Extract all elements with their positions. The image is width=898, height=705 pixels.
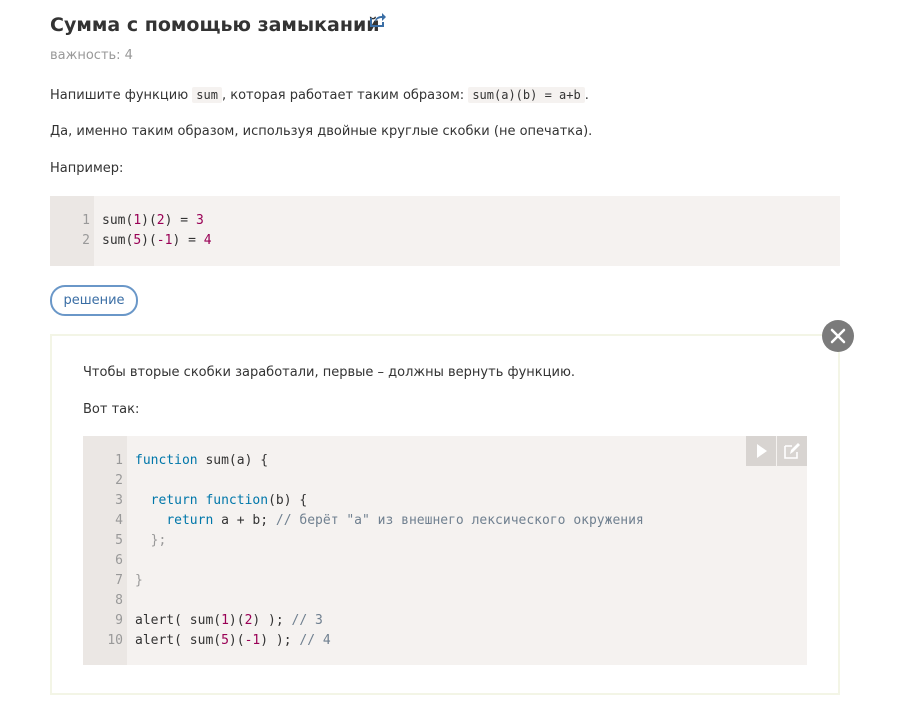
example-label: Например:	[50, 161, 124, 176]
code-number: 1	[133, 213, 142, 228]
example-code-block: 1 2 sum(1)(2) = 3 sum(5)(-1) = 4	[50, 196, 840, 266]
line-number: 9	[115, 613, 123, 628]
code-line: return a + b; // берёт "a" из внешнего л…	[135, 511, 644, 531]
code-text: sum(	[102, 233, 134, 248]
importance-label: важность: 4	[50, 48, 133, 63]
code-line: }	[135, 571, 143, 591]
code-text: (b) {	[268, 493, 308, 508]
code-number: -1	[156, 233, 173, 248]
code-number: 5	[221, 633, 229, 648]
code-text: sum(	[102, 213, 134, 228]
code-text: )(	[228, 613, 245, 628]
line-number: 10	[107, 633, 123, 648]
code-text: ) =	[172, 233, 204, 248]
description-text: Напишите функцию	[50, 88, 193, 103]
code-text: };	[135, 533, 167, 548]
solution-code-block: 1 2 3 4 5 6 7 8 9 10 function sum(a) { return fun…	[83, 436, 807, 665]
description-text: .	[584, 88, 589, 103]
share-icon[interactable]	[369, 12, 387, 28]
code-line: alert( sum(1)(2) ); // 3	[135, 611, 323, 631]
code-text: ) );	[260, 633, 300, 648]
edit-button[interactable]	[777, 436, 807, 466]
keyword: function	[135, 453, 198, 468]
line-number: 1	[115, 453, 123, 468]
keyword: function	[205, 493, 269, 508]
line-number: 3	[115, 493, 123, 508]
description-note: Да, именно таким образом, используя двой…	[50, 124, 593, 139]
line-number: 5	[115, 533, 123, 548]
line-number: 8	[115, 593, 123, 608]
code-number: 1	[221, 613, 229, 628]
line-number: 1	[82, 213, 90, 228]
code-number: -1	[244, 633, 261, 648]
line-number-gutter: 1 2	[50, 196, 94, 266]
code-text: ) =	[164, 213, 196, 228]
code-number: 5	[133, 233, 142, 248]
code-number: 3	[195, 213, 204, 228]
edit-icon	[784, 443, 800, 459]
inline-code-sum: sum	[192, 87, 222, 103]
keyword: return	[166, 513, 214, 528]
code-comment: // 3	[291, 613, 323, 628]
solution-button[interactable]: решение	[50, 285, 138, 316]
keyword: return	[150, 493, 198, 508]
code-text: )(	[228, 633, 245, 648]
code-text: ) );	[252, 613, 292, 628]
close-button[interactable]	[822, 320, 854, 352]
code-number: 4	[203, 233, 212, 248]
task-description: Напишите функцию sum, которая работает т…	[50, 85, 589, 106]
code-text: sum(a) {	[197, 453, 269, 468]
line-number: 2	[82, 233, 90, 248]
code-comment: // 4	[299, 633, 331, 648]
close-icon	[830, 328, 846, 344]
code-text: a + b;	[213, 513, 276, 528]
code-text: alert( sum(	[135, 613, 222, 628]
code-text: }	[135, 573, 143, 588]
code-line: sum(1)(2) = 3	[102, 211, 204, 231]
solution-explanation: Чтобы вторые скобки заработали, первые –…	[83, 365, 576, 380]
line-number: 7	[115, 573, 123, 588]
line-number-gutter: 1 2 3 4 5 6 7 8 9 10	[83, 436, 127, 665]
description-text: , которая работает таким образом:	[221, 88, 469, 103]
inline-code-signature: sum(a)(b) = a+b	[468, 87, 585, 103]
solution-label: Вот так:	[83, 402, 140, 417]
line-number: 4	[115, 513, 123, 528]
code-number: 2	[156, 213, 165, 228]
line-number: 2	[115, 473, 123, 488]
code-line: return function(b) {	[135, 491, 308, 511]
code-line: alert( sum(5)(-1) ); // 4	[135, 631, 331, 651]
code-text: alert( sum(	[135, 633, 222, 648]
code-text: )(	[141, 233, 157, 248]
code-text: )(	[141, 213, 157, 228]
code-line: };	[135, 531, 167, 551]
run-button[interactable]	[746, 436, 776, 466]
code-line: function sum(a) {	[135, 451, 268, 471]
play-icon	[757, 444, 767, 458]
line-number: 6	[115, 553, 123, 568]
code-line: sum(5)(-1) = 4	[102, 231, 212, 251]
page-title: Сумма с помощью замыканий	[50, 14, 380, 36]
code-comment: // берёт "a" из внешнего лексического ок…	[275, 513, 644, 528]
